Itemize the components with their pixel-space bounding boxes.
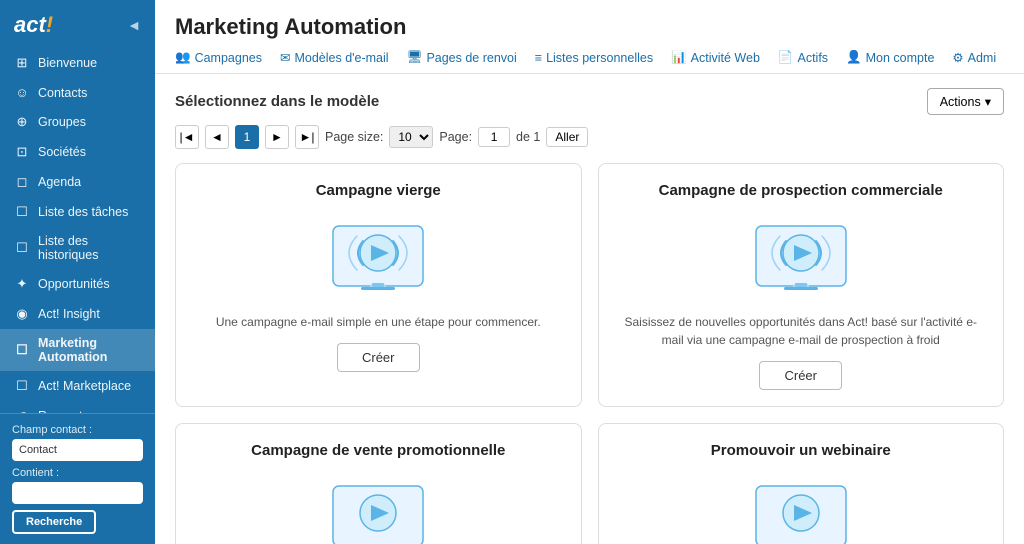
- nav-modeles[interactable]: ✉ Modèles d'e-mail: [280, 50, 389, 65]
- sidebar-item-label: Liste des tâches: [38, 205, 128, 219]
- first-page-button[interactable]: |◄: [175, 125, 199, 149]
- sidebar-item-marketing[interactable]: ☐ Marketing Automation: [0, 329, 155, 371]
- taches-icon: ☐: [14, 204, 30, 220]
- societes-icon: ⊡: [14, 144, 30, 160]
- webinaire-illustration: [736, 471, 866, 544]
- sidebar-item-label: Contacts: [38, 86, 87, 100]
- champ-contact-select[interactable]: Contact: [12, 439, 143, 461]
- next-page-button[interactable]: ►: [265, 125, 289, 149]
- create-campagne-prospection-button[interactable]: Créer: [759, 361, 842, 390]
- sidebar-item-taches[interactable]: ☐ Liste des tâches: [0, 197, 155, 227]
- card-title: Promouvoir un webinaire: [711, 442, 891, 459]
- campagne-prospection-illustration: [736, 211, 866, 301]
- card-title: Campagne de vente promotionnelle: [251, 442, 505, 459]
- top-nav: 👥 Campagnes ✉ Modèles d'e-mail 🖥 Pages d…: [175, 50, 1004, 73]
- create-campagne-vierge-button[interactable]: Créer: [337, 343, 420, 372]
- marketing-icon: ☐: [14, 342, 30, 358]
- champ-contact-label: Champ contact :: [12, 424, 143, 436]
- prev-page-button[interactable]: ◄: [205, 125, 229, 149]
- card-description: Saisissez de nouvelles opportunités dans…: [619, 313, 984, 349]
- sidebar-bottom: Champ contact : Contact Contient : Reche…: [0, 413, 155, 544]
- main-content: Marketing Automation 👥 Campagnes ✉ Modèl…: [155, 0, 1024, 544]
- admin-icon: ⚙: [952, 50, 963, 65]
- chevron-down-icon: ▾: [985, 94, 991, 109]
- main-header: Marketing Automation 👥 Campagnes ✉ Modèl…: [155, 0, 1024, 74]
- activite-icon: 📊: [671, 50, 687, 65]
- contient-input[interactable]: [12, 482, 143, 504]
- nav-campagnes[interactable]: 👥 Campagnes: [175, 50, 262, 65]
- sidebar-item-label: Groupes: [38, 115, 86, 129]
- pagination-bar: |◄ ◄ 1 ► ►| Page size: 10 25 50 Page: de…: [175, 125, 1004, 149]
- campagne-vierge-illustration: [313, 211, 443, 301]
- sidebar-item-societes[interactable]: ⊡ Sociétés: [0, 137, 155, 167]
- search-button[interactable]: Recherche: [12, 510, 96, 534]
- insight-icon: ◉: [14, 306, 30, 322]
- card-title: Campagne de prospection commerciale: [659, 182, 943, 199]
- campagne-vente-illustration: [313, 471, 443, 544]
- sidebar-logo: act! ◄: [0, 0, 155, 48]
- historiques-icon: ☐: [14, 240, 30, 256]
- card-campagne-vente: Campagne de vente promotionnelle: [175, 423, 582, 544]
- actifs-icon: 📄: [778, 50, 794, 65]
- logo-text: act!: [14, 12, 53, 38]
- last-page-button[interactable]: ►|: [295, 125, 319, 149]
- sidebar-item-label: Bienvenue: [38, 56, 97, 70]
- sidebar-item-label: Marketing Automation: [38, 336, 141, 364]
- groupes-icon: ⊕: [14, 114, 30, 130]
- sidebar-item-bienvenue[interactable]: ⊞ Bienvenue: [0, 48, 155, 78]
- nav-compte[interactable]: 👤 Mon compte: [846, 50, 934, 65]
- marketplace-icon: ☐: [14, 378, 30, 394]
- total-pages-label: de 1: [516, 130, 540, 144]
- page-title: Marketing Automation: [175, 14, 1004, 40]
- section-title: Sélectionnez dans le modèle: [175, 93, 379, 110]
- sidebar-item-opportunites[interactable]: ✦ Opportunités: [0, 269, 155, 299]
- page-size-label: Page size:: [325, 130, 383, 144]
- sidebar-item-label: Act! Insight: [38, 307, 100, 321]
- grid-icon: ⊞: [14, 55, 30, 71]
- card-webinaire: Promouvoir un webinaire: [598, 423, 1005, 544]
- page-size-select[interactable]: 10 25 50: [389, 126, 433, 148]
- contacts-icon: ☺: [14, 85, 30, 100]
- collapse-button[interactable]: ◄: [127, 17, 141, 33]
- content-area: Sélectionnez dans le modèle Actions ▾ |◄…: [155, 74, 1024, 544]
- contient-label: Contient :: [12, 467, 143, 479]
- actions-button[interactable]: Actions ▾: [927, 88, 1004, 115]
- sidebar-nav: ⊞ Bienvenue ☺ Contacts ⊕ Groupes ⊡ Socié…: [0, 48, 155, 413]
- card-campagne-prospection: Campagne de prospection commerciale Sais…: [598, 163, 1005, 407]
- nav-listes[interactable]: ≡ Listes personnelles: [535, 51, 653, 65]
- sidebar-item-label: Act! Marketplace: [38, 379, 131, 393]
- sidebar-item-label: Agenda: [38, 175, 81, 189]
- sidebar-item-historiques[interactable]: ☐ Liste des historiques: [0, 227, 155, 269]
- sidebar: act! ◄ ⊞ Bienvenue ☺ Contacts ⊕ Groupes …: [0, 0, 155, 544]
- page-label: Page:: [439, 130, 472, 144]
- sidebar-item-label: Sociétés: [38, 145, 86, 159]
- sidebar-item-label: Opportunités: [38, 277, 110, 291]
- nav-admin[interactable]: ⚙ Admi: [952, 50, 996, 65]
- opportunites-icon: ✦: [14, 276, 30, 292]
- campagnes-icon: 👥: [175, 50, 191, 65]
- card-title: Campagne vierge: [316, 182, 441, 199]
- sidebar-item-marketplace[interactable]: ☐ Act! Marketplace: [0, 371, 155, 401]
- page-input[interactable]: [478, 127, 510, 147]
- sidebar-item-label: Liste des historiques: [38, 234, 141, 262]
- go-button[interactable]: Aller: [546, 127, 588, 147]
- nav-actifs[interactable]: 📄 Actifs: [778, 50, 828, 65]
- sidebar-item-rapports[interactable]: ↗ Rapports: [0, 401, 155, 413]
- current-page-button[interactable]: 1: [235, 125, 259, 149]
- sidebar-item-agenda[interactable]: ◻ Agenda: [0, 167, 155, 197]
- listes-icon: ≡: [535, 51, 542, 65]
- nav-pages[interactable]: 🖥 Pages de renvoi: [407, 50, 517, 65]
- sidebar-item-contacts[interactable]: ☺ Contacts: [0, 78, 155, 107]
- compte-icon: 👤: [846, 50, 862, 65]
- card-description: Une campagne e-mail simple en une étape …: [216, 313, 541, 331]
- nav-activite[interactable]: 📊 Activité Web: [671, 50, 760, 65]
- content-header: Sélectionnez dans le modèle Actions ▾: [175, 88, 1004, 115]
- agenda-icon: ◻: [14, 174, 30, 190]
- sidebar-item-groupes[interactable]: ⊕ Groupes: [0, 107, 155, 137]
- cards-grid: Campagne vierge Une campagne e-mail simp…: [175, 163, 1004, 544]
- modeles-icon: ✉: [280, 50, 290, 65]
- sidebar-item-insight[interactable]: ◉ Act! Insight: [0, 299, 155, 329]
- pages-icon: 🖥: [407, 50, 423, 65]
- card-campagne-vierge: Campagne vierge Une campagne e-mail simp…: [175, 163, 582, 407]
